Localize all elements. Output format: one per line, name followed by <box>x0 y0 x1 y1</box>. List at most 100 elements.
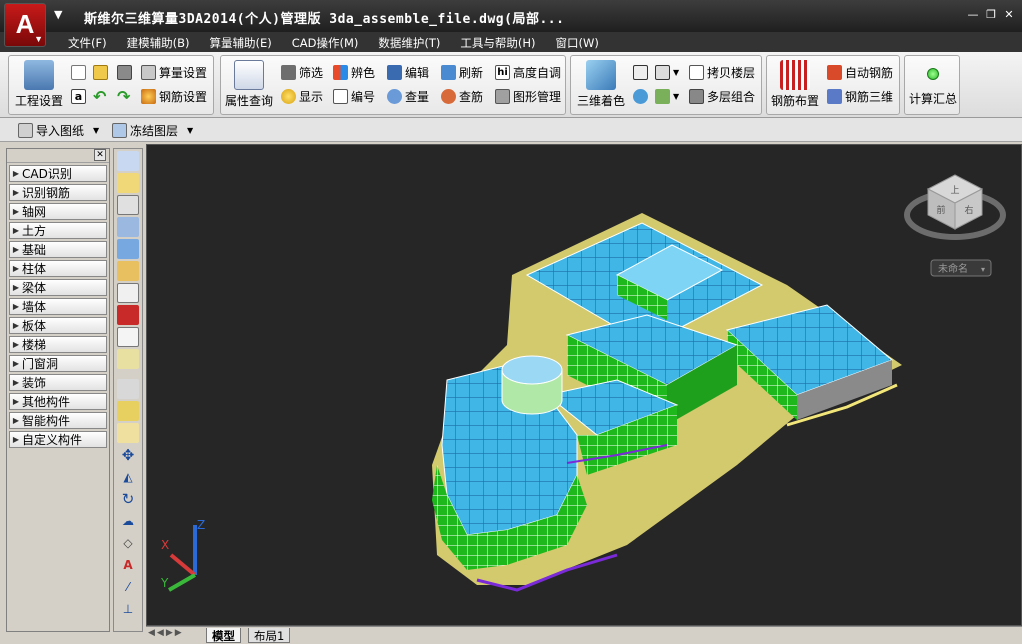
tab-layout1[interactable]: 布局1 <box>248 628 291 643</box>
menu-data-maintenance[interactable]: 数据维护(T) <box>368 34 450 52</box>
rebar-3d-button[interactable]: 钢筋三维 <box>827 86 893 106</box>
menu-cad-ops[interactable]: CAD操作(M) <box>282 34 369 52</box>
category-item[interactable]: ▶ 智能构件 <box>9 412 107 429</box>
calc-settings-button[interactable]: 算量设置 <box>141 62 207 82</box>
category-item[interactable]: ▶ 装饰 <box>9 374 107 391</box>
move-icon[interactable]: ✥ <box>117 445 139 465</box>
tool-icon-1[interactable] <box>117 151 139 171</box>
ribbon-group-project: 工程设置 算量设置 a ↶ ↷ 钢筋设置 <box>8 55 214 115</box>
snap-icon[interactable]: A <box>117 555 139 575</box>
multi-floor-button[interactable]: 多层组合 <box>689 86 755 106</box>
tool-icon-5[interactable] <box>117 239 139 259</box>
category-item[interactable]: ▶ 梁体 <box>9 279 107 296</box>
tool-icon-12[interactable] <box>117 401 139 421</box>
named-view-dropdown[interactable]: 未命名 ▾ <box>930 259 992 277</box>
menu-window[interactable]: 窗口(W) <box>546 34 609 52</box>
category-label: 门窗洞 <box>22 357 59 371</box>
tool-icon-11[interactable] <box>117 379 139 399</box>
camera-dropdown-button[interactable]: ▼ <box>655 86 679 106</box>
quick-access-dropdown-icon[interactable]: ▼ <box>54 8 62 21</box>
category-item[interactable]: ▶ 轴网 <box>9 203 107 220</box>
close-icon[interactable]: ✕ <box>1002 8 1016 22</box>
orbit-button[interactable] <box>633 86 648 106</box>
text-a-button[interactable]: a <box>71 86 86 106</box>
freeze-layer-button[interactable]: 冻结图层 ▼ <box>112 120 193 140</box>
check-quantity-button[interactable]: 查量 <box>387 86 429 106</box>
auto-rebar-button[interactable]: 自动钢筋 <box>827 62 893 82</box>
chevron-down-icon: ▼ <box>673 91 680 101</box>
chevron-down-icon: ▼ <box>93 125 100 135</box>
menu-file[interactable]: 文件(F) <box>58 34 117 52</box>
cloud-icon[interactable]: ☁ <box>117 511 139 531</box>
title-bar: ▼ 斯维尔三维算量3DA2014(个人)管理版 3da_assemble_fil… <box>0 0 1022 32</box>
category-item[interactable]: ▶ 板体 <box>9 317 107 334</box>
undo-button[interactable]: ↶ <box>93 86 106 106</box>
three-d-color-button[interactable]: 三维着色 <box>573 60 629 109</box>
tool-icon-10[interactable] <box>117 349 139 369</box>
category-label: 梁体 <box>22 281 47 295</box>
category-item[interactable]: ▶ 其他构件 <box>9 393 107 410</box>
check-rebar-button[interactable]: 查筋 <box>441 86 483 106</box>
tool-icon-8[interactable] <box>117 305 139 325</box>
line-icon[interactable]: ⁄ <box>117 577 139 597</box>
category-item[interactable]: ▶ 楼梯 <box>9 336 107 353</box>
category-item[interactable]: ▶ 门窗洞 <box>9 355 107 372</box>
category-item[interactable]: ▶ 柱体 <box>9 260 107 277</box>
separator <box>114 371 142 377</box>
panel-header: ✕ <box>7 149 109 163</box>
ribbon-group-summary: 计算汇总 <box>904 55 960 115</box>
save-button[interactable] <box>117 62 132 82</box>
tool-icon-7[interactable] <box>117 283 139 303</box>
close-icon[interactable]: ✕ <box>94 149 106 161</box>
tool-icon-6[interactable] <box>117 261 139 281</box>
refresh-button[interactable]: 刷新 <box>441 62 483 82</box>
eraser-icon[interactable]: ◇ <box>117 533 139 553</box>
category-item[interactable]: ▶ 识别钢筋 <box>9 184 107 201</box>
tab-nav-arrows-icon[interactable]: ◀◀▶▶ <box>148 628 184 638</box>
graphics-manage-button[interactable]: 图形管理 <box>495 86 561 106</box>
tab-model[interactable]: 模型 <box>206 628 241 643</box>
rotate-icon[interactable]: ↻ <box>117 489 139 509</box>
category-item[interactable]: ▶ 墙体 <box>9 298 107 315</box>
ribbon-toolbar: 工程设置 算量设置 a ↶ ↷ 钢筋设置 属性查询 筛选 辨色 编辑 刷新 hi… <box>0 52 1022 118</box>
tool-icon-3[interactable] <box>117 195 139 215</box>
distinguish-color-button[interactable]: 辨色 <box>333 62 375 82</box>
view-dropdown-button[interactable]: ▼ <box>655 62 679 82</box>
category-item[interactable]: ▶ 基础 <box>9 241 107 258</box>
extend-icon[interactable]: ⊥ <box>117 599 139 619</box>
tool-icon-13[interactable] <box>117 423 139 443</box>
rebar-cage-icon <box>780 60 810 90</box>
view-cube[interactable]: 上 右 前 <box>904 174 1006 240</box>
view-cube-button[interactable] <box>633 62 648 82</box>
filter-button[interactable]: 筛选 <box>281 62 323 82</box>
calc-summary-button[interactable]: 计算汇总 <box>907 60 959 107</box>
tool-icon-2[interactable] <box>117 173 139 193</box>
rebar-settings-button[interactable]: 钢筋设置 <box>141 86 207 106</box>
menu-calc-aid[interactable]: 算量辅助(E) <box>199 34 281 52</box>
rebar-layout-button[interactable]: 钢筋布置 <box>769 60 821 109</box>
mirror-icon[interactable]: ◭ <box>117 467 139 487</box>
import-drawing-button[interactable]: 导入图纸 ▼ <box>18 120 99 140</box>
category-item[interactable]: ▶ 土方 <box>9 222 107 239</box>
tool-icon-9[interactable] <box>117 327 139 347</box>
show-button[interactable]: 显示 <box>281 86 323 106</box>
new-file-button[interactable] <box>71 62 86 82</box>
drawing-viewport[interactable]: 上 右 前 未命名 ▾ Z X Y <box>146 144 1022 626</box>
edit-button[interactable]: 编辑 <box>387 62 429 82</box>
app-menu-button[interactable]: A ▼ <box>4 3 46 47</box>
category-item[interactable]: ▶ CAD识别 <box>9 165 107 182</box>
property-query-button[interactable]: 属性查询 <box>223 60 275 109</box>
menu-tools-help[interactable]: 工具与帮助(H) <box>450 34 545 52</box>
redo-button[interactable]: ↷ <box>117 86 130 106</box>
number-button[interactable]: 编号 <box>333 86 375 106</box>
copy-floor-button[interactable]: 拷贝楼层 <box>689 62 755 82</box>
tool-icon-4[interactable] <box>117 217 139 237</box>
category-item[interactable]: ▶ 自定义构件 <box>9 431 107 448</box>
restore-icon[interactable]: ❐ <box>984 8 998 22</box>
height-adjust-button[interactable]: hi 高度自调 <box>495 62 561 82</box>
open-file-button[interactable] <box>93 62 108 82</box>
menu-modeling-aid[interactable]: 建模辅助(B) <box>117 34 200 52</box>
project-settings-button[interactable]: 工程设置 <box>13 60 65 109</box>
layer-toolbar: 导入图纸 ▼ 冻结图层 ▼ <box>0 118 1022 142</box>
minimize-icon[interactable]: — <box>966 8 980 22</box>
